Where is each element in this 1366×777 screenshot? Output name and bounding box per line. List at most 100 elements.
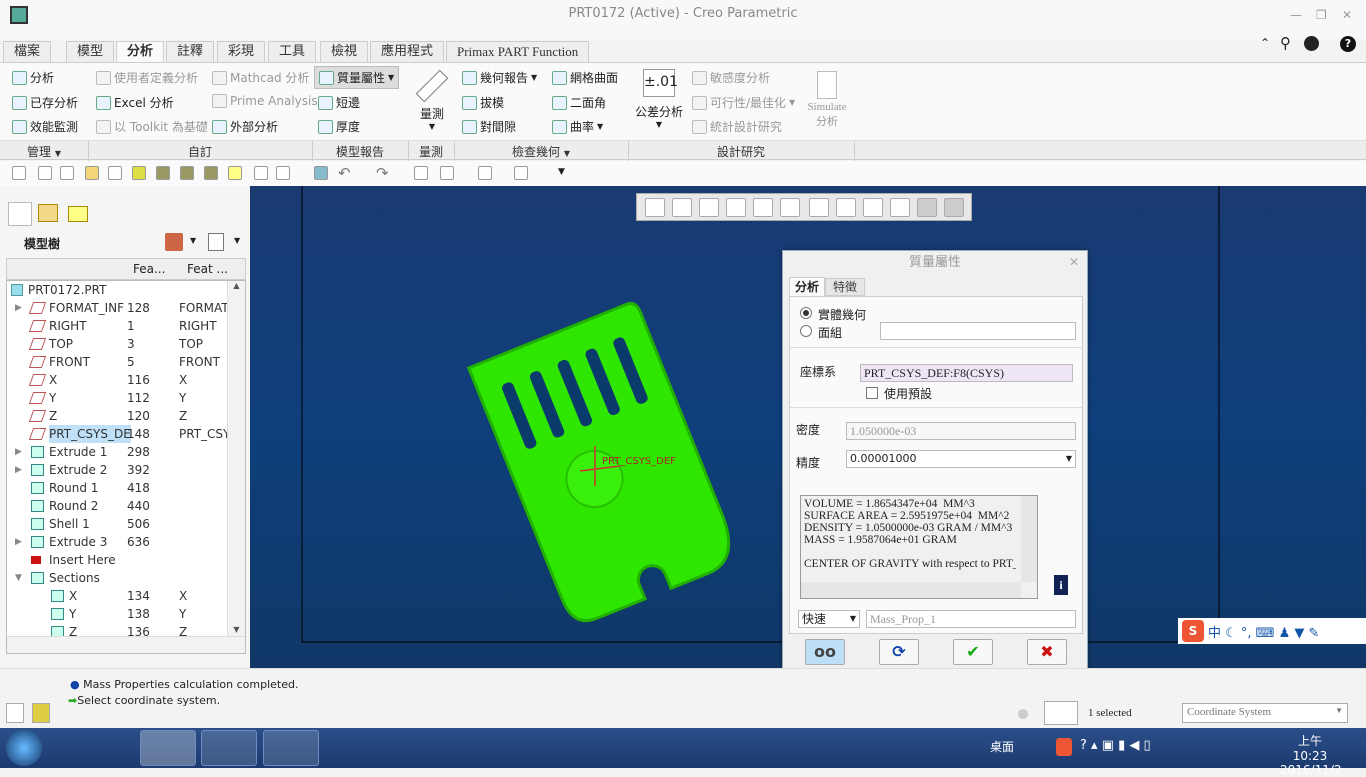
paint-app-icon[interactable] (78, 730, 134, 766)
model-tree-toggle-icon[interactable] (6, 703, 24, 723)
tree-row[interactable]: TOP 3 TOP (7, 335, 227, 353)
chevron-down-icon[interactable]: ▼ (234, 236, 240, 245)
tree-row[interactable]: ▶ Extrude 2 392 (7, 461, 227, 479)
tree-row[interactable]: Shell 1 506 (7, 515, 227, 533)
redo-icon[interactable]: ↷ (376, 164, 389, 182)
annotation-display-icon[interactable] (890, 198, 910, 217)
crv-icon[interactable] (204, 166, 218, 180)
thickness-button[interactable]: 厚度 (318, 118, 360, 135)
ime-toolbar[interactable]: S 中 ☾ °, ⌨ ♟ ▼ ✎ (1178, 618, 1366, 644)
desktop-toolbar[interactable]: 桌面 (990, 738, 1014, 755)
column-feat-name[interactable]: Feat ... (187, 262, 228, 276)
mesh-surface-button[interactable]: 網格曲面 (552, 69, 618, 86)
find-icon[interactable] (1044, 701, 1078, 725)
tree-row[interactable]: ▶ FORMAT_INF 128 FORMAT (7, 299, 227, 317)
open-icon[interactable] (85, 166, 99, 180)
short-edge-button[interactable]: 短邊 (318, 94, 360, 111)
datum-display-icon[interactable] (863, 198, 883, 217)
copy-icon[interactable] (60, 166, 74, 180)
tree-row[interactable]: Insert Here (7, 551, 227, 569)
tree-row[interactable]: X 116 X (7, 371, 227, 389)
expand-icon[interactable]: ▶ (15, 533, 22, 551)
clearance-button[interactable]: 對間隙 (462, 118, 516, 135)
simulate-analysis-button[interactable]: Simulate 分析 (804, 69, 850, 129)
feasibility-button[interactable]: 可行性/最佳化 ▼ (692, 94, 795, 111)
tree-vertical-scrollbar[interactable]: ▲ ▼ (227, 281, 245, 636)
curvature-button[interactable]: 曲率 ▼ (552, 118, 603, 135)
view-manager-icon[interactable] (809, 198, 829, 217)
saved-orientations-icon[interactable] (780, 198, 800, 217)
saved-analysis-button[interactable]: 已存分析 (12, 94, 78, 111)
display-style-icon[interactable] (753, 198, 773, 217)
start-button[interactable] (6, 730, 42, 766)
favorites-tab-icon[interactable] (68, 206, 88, 222)
excel-analysis-button[interactable]: Excel 分析 (96, 94, 174, 111)
ebr-icon[interactable] (180, 166, 194, 180)
info-icon[interactable]: i (1054, 575, 1068, 595)
regen-manager-icon[interactable] (414, 166, 428, 180)
ok-button[interactable]: ✔ (953, 639, 993, 665)
show-list-icon[interactable] (208, 233, 224, 251)
curvature-icon[interactable] (514, 166, 528, 180)
properties-icon[interactable] (38, 166, 52, 180)
maximize-button[interactable]: ❐ (1316, 8, 1327, 22)
new-file-icon[interactable] (12, 166, 26, 180)
solid-geometry-radio[interactable] (800, 307, 812, 319)
tab-analysis[interactable]: 分析 (789, 277, 825, 296)
expand-icon[interactable]: ▶ (15, 443, 22, 461)
prime-analysis-button[interactable]: Prime Analysis (212, 94, 318, 108)
cancel-button[interactable]: ✖ (1027, 639, 1067, 665)
draft-button[interactable]: 拔模 (462, 94, 504, 111)
group-manage[interactable]: 管理 ▼ (0, 143, 88, 160)
geometry-report-button[interactable]: 幾何報告 ▼ (462, 69, 537, 86)
browser-taskbar-icon[interactable] (263, 730, 319, 766)
results-horizontal-scrollbar[interactable] (801, 582, 1021, 598)
statistical-study-button[interactable]: 統計設計研究 (692, 118, 782, 135)
csys-field[interactable]: PRT_CSYS_DEF:F8(CSYS) (860, 364, 1073, 382)
tree-row[interactable]: FRONT 5 FRONT (7, 353, 227, 371)
tolerance-analysis-button[interactable]: ±.01 公差分析 ▼ (632, 67, 686, 129)
tree-root[interactable]: PRT0172.PRT (7, 281, 227, 299)
mass-properties-button[interactable]: 質量屬性 ▼ (314, 66, 400, 89)
minimize-button[interactable]: — (1290, 8, 1302, 22)
mathcad-analysis-button[interactable]: Mathcad 分析 (212, 69, 309, 86)
csys-display-icon[interactable] (944, 198, 964, 217)
browser-toggle-icon[interactable] (32, 703, 50, 723)
asm-icon[interactable] (156, 166, 170, 180)
sensitivity-analysis-button[interactable]: 敏感度分析 (692, 69, 770, 86)
tab-annotate[interactable]: 註釋 (166, 41, 215, 62)
expand-icon[interactable]: ▶ (15, 299, 22, 317)
tab-view[interactable]: 檢視 (320, 41, 369, 62)
tab-primax[interactable]: Primax PART Function (446, 41, 590, 62)
feature-name-field[interactable]: Mass_Prop_1 (866, 610, 1076, 628)
ime-mode-icon[interactable]: 中 ☾ °, ⌨ ♟ ▼ ✎ (1208, 622, 1319, 641)
tree-row[interactable]: Y 138 Y (7, 605, 227, 623)
edit-icon[interactable] (254, 166, 268, 180)
quilt-radio[interactable] (800, 325, 812, 337)
zoom-in-icon[interactable] (672, 198, 692, 217)
tab-tools[interactable]: 工具 (268, 41, 317, 62)
accuracy-select[interactable]: 0.00001000 ▼ (846, 450, 1076, 468)
windows-icon[interactable] (276, 166, 290, 180)
settings-tools-icon[interactable] (165, 233, 183, 251)
tree-row[interactable]: Z 120 Z (7, 407, 227, 425)
results-vertical-scrollbar[interactable] (1021, 496, 1037, 582)
user-defined-analysis-button[interactable]: 使用者定義分析 (96, 69, 198, 86)
results-text-area[interactable]: VOLUME = 1.8654347e+04 MM^3 SURFACE AREA … (800, 495, 1038, 599)
tab-analysis[interactable]: 分析 (116, 41, 165, 64)
column-feat-id[interactable]: Fea... (133, 262, 165, 276)
tree-row[interactable]: ▶ Extrude 3 636 (7, 533, 227, 551)
tree-row[interactable]: PRT_CSYS_DE 148 PRT_CSY (7, 425, 227, 443)
tab-applications[interactable]: 應用程式 (370, 41, 445, 62)
tab-feature[interactable]: 特徵 (825, 278, 865, 296)
sogou-icon[interactable]: S (1182, 620, 1204, 642)
group-inspect-geometry[interactable]: 檢查幾何 ▼ (454, 143, 628, 160)
chevron-down-icon[interactable]: ▼ (190, 236, 196, 245)
recalculate-button[interactable]: ⟳ (879, 639, 919, 665)
tree-row[interactable]: ▼ Sections (7, 569, 227, 587)
point-display-icon[interactable] (917, 198, 937, 217)
undo-icon[interactable]: ↶ (338, 164, 351, 182)
use-default-checkbox[interactable] (866, 387, 878, 399)
tool-icon[interactable] (132, 166, 146, 180)
refit-icon[interactable] (645, 198, 665, 217)
